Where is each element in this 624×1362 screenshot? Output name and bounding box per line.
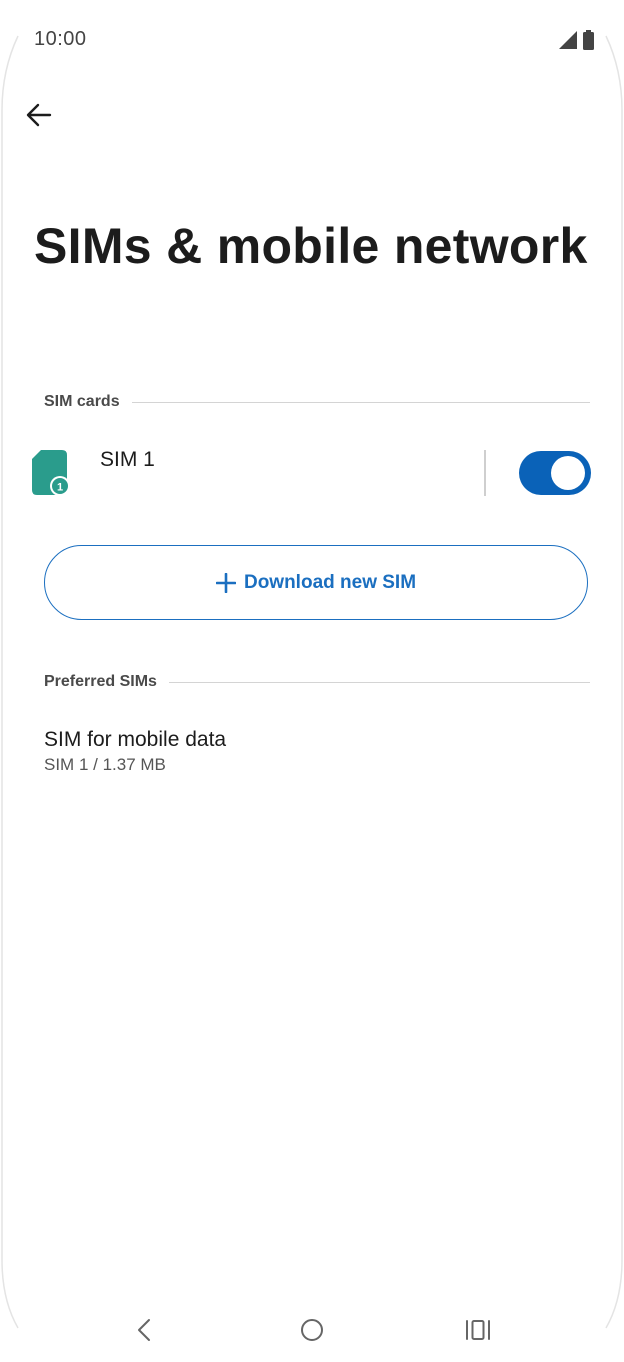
list-item-title: SIM for mobile data <box>44 728 227 751</box>
sim-badge-number: 1 <box>57 482 63 494</box>
battery-icon <box>583 30 594 50</box>
settings-screen: 10:00 SIMs & mobile network SIM cards 1 <box>0 0 624 1362</box>
back-button[interactable] <box>20 96 58 134</box>
sim-card-label: SIM 1 <box>100 448 155 471</box>
nav-home-icon <box>301 1319 323 1341</box>
sim-toggle-switch[interactable] <box>519 451 591 495</box>
status-bar: 10:00 <box>0 0 624 80</box>
nav-recents-button[interactable] <box>458 1312 498 1348</box>
section-divider <box>131 401 590 403</box>
section-label: Preferred SIMs <box>44 673 157 690</box>
list-item-subtitle: SIM 1 / 1.37 MB <box>44 755 166 774</box>
sim-card-icon: 1 <box>32 450 70 496</box>
plus-icon <box>215 572 236 593</box>
download-new-sim-button[interactable]: Download new SIM <box>44 545 588 620</box>
section-header-preferred-sims: Preferred SIMs <box>44 671 590 693</box>
nav-back-button[interactable] <box>124 1312 164 1348</box>
signal-icon <box>559 31 577 49</box>
section-divider <box>168 681 590 683</box>
page-title: SIMs & mobile network <box>34 218 588 274</box>
section-header-sim-cards: SIM cards <box>44 391 590 413</box>
nav-back-icon <box>138 1319 150 1341</box>
sim-card-row[interactable]: 1 SIM 1 <box>30 444 592 504</box>
vertical-divider <box>484 450 486 496</box>
status-icons <box>559 30 594 50</box>
sim-for-mobile-data-item[interactable]: SIM for mobile data SIM 1 / 1.37 MB <box>44 726 590 782</box>
nav-recents-icon <box>466 1320 490 1340</box>
nav-home-button[interactable] <box>292 1312 332 1348</box>
toggle-knob <box>551 456 585 490</box>
navigation-bar <box>0 1300 624 1362</box>
arrow-left-icon <box>26 103 52 127</box>
status-time: 10:00 <box>34 28 87 50</box>
section-label: SIM cards <box>44 393 120 410</box>
download-button-label: Download new SIM <box>243 571 417 593</box>
